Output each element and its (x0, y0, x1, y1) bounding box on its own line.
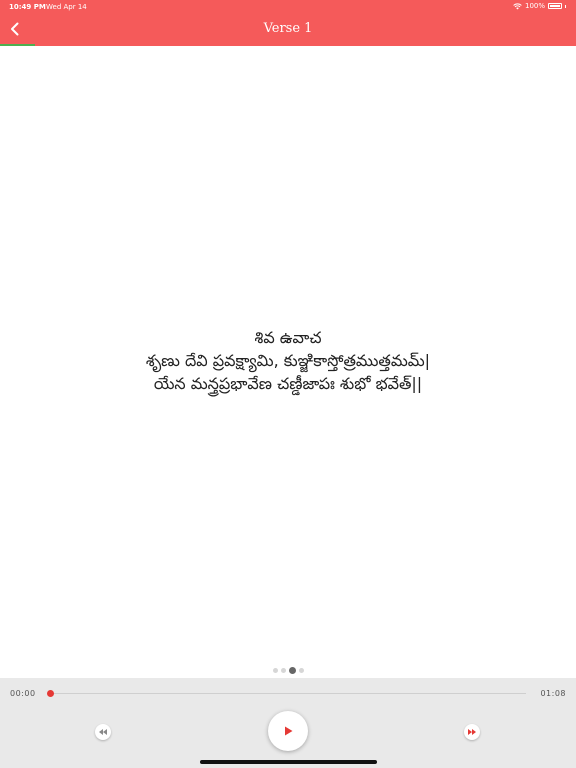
seek-handle[interactable] (47, 690, 54, 697)
page-dot[interactable] (280, 668, 286, 673)
status-date: Wed Apr 14 (46, 3, 87, 11)
play-icon (284, 726, 292, 736)
verse-progress-bar (0, 44, 576, 46)
total-time: 01:08 (540, 689, 566, 698)
status-indicators: 100% (513, 2, 566, 10)
play-button[interactable] (268, 711, 308, 751)
verse-line: శివ ఉవాచ (254, 328, 322, 347)
status-bar: 10:49 PM Wed Apr 14 100% (0, 0, 576, 14)
current-time: 00:00 (10, 689, 36, 698)
seek-slider[interactable] (47, 690, 526, 697)
rewind-button[interactable] (95, 724, 111, 740)
nav-header: 10:49 PM Wed Apr 14 100% Verse 1 (0, 0, 576, 46)
page-dot[interactable] (298, 668, 304, 673)
verse-line: శృణు దేవి ప్రవక్ష్యామి, కుఞ్జికాస్తోత్రమ… (145, 351, 431, 370)
battery-tip (565, 4, 566, 8)
status-time: 10:49 PM (9, 3, 46, 11)
battery-percent: 100% (524, 2, 545, 10)
audio-player: 00:00 01:08 (0, 678, 576, 768)
verse-text: శివ ఉవాచ శృణు దేవి ప్రవక్ష్యామి, కుఞ్జిక… (0, 326, 576, 395)
page-title: Verse 1 (263, 21, 313, 36)
battery-icon (548, 3, 562, 9)
page-dot[interactable] (272, 668, 278, 673)
home-indicator (200, 760, 377, 764)
verse-line: యేన మన్త్రప్రభావేణ చణ్డీజాపః శుభో భవేత్|… (153, 374, 423, 393)
verse-progress-fill (0, 44, 35, 46)
fast-forward-icon (468, 729, 476, 735)
page-dot-active[interactable] (288, 667, 296, 674)
fast-forward-button[interactable] (464, 724, 480, 740)
wifi-icon (513, 2, 522, 9)
page-indicator[interactable] (0, 667, 576, 674)
rewind-icon (99, 729, 107, 735)
